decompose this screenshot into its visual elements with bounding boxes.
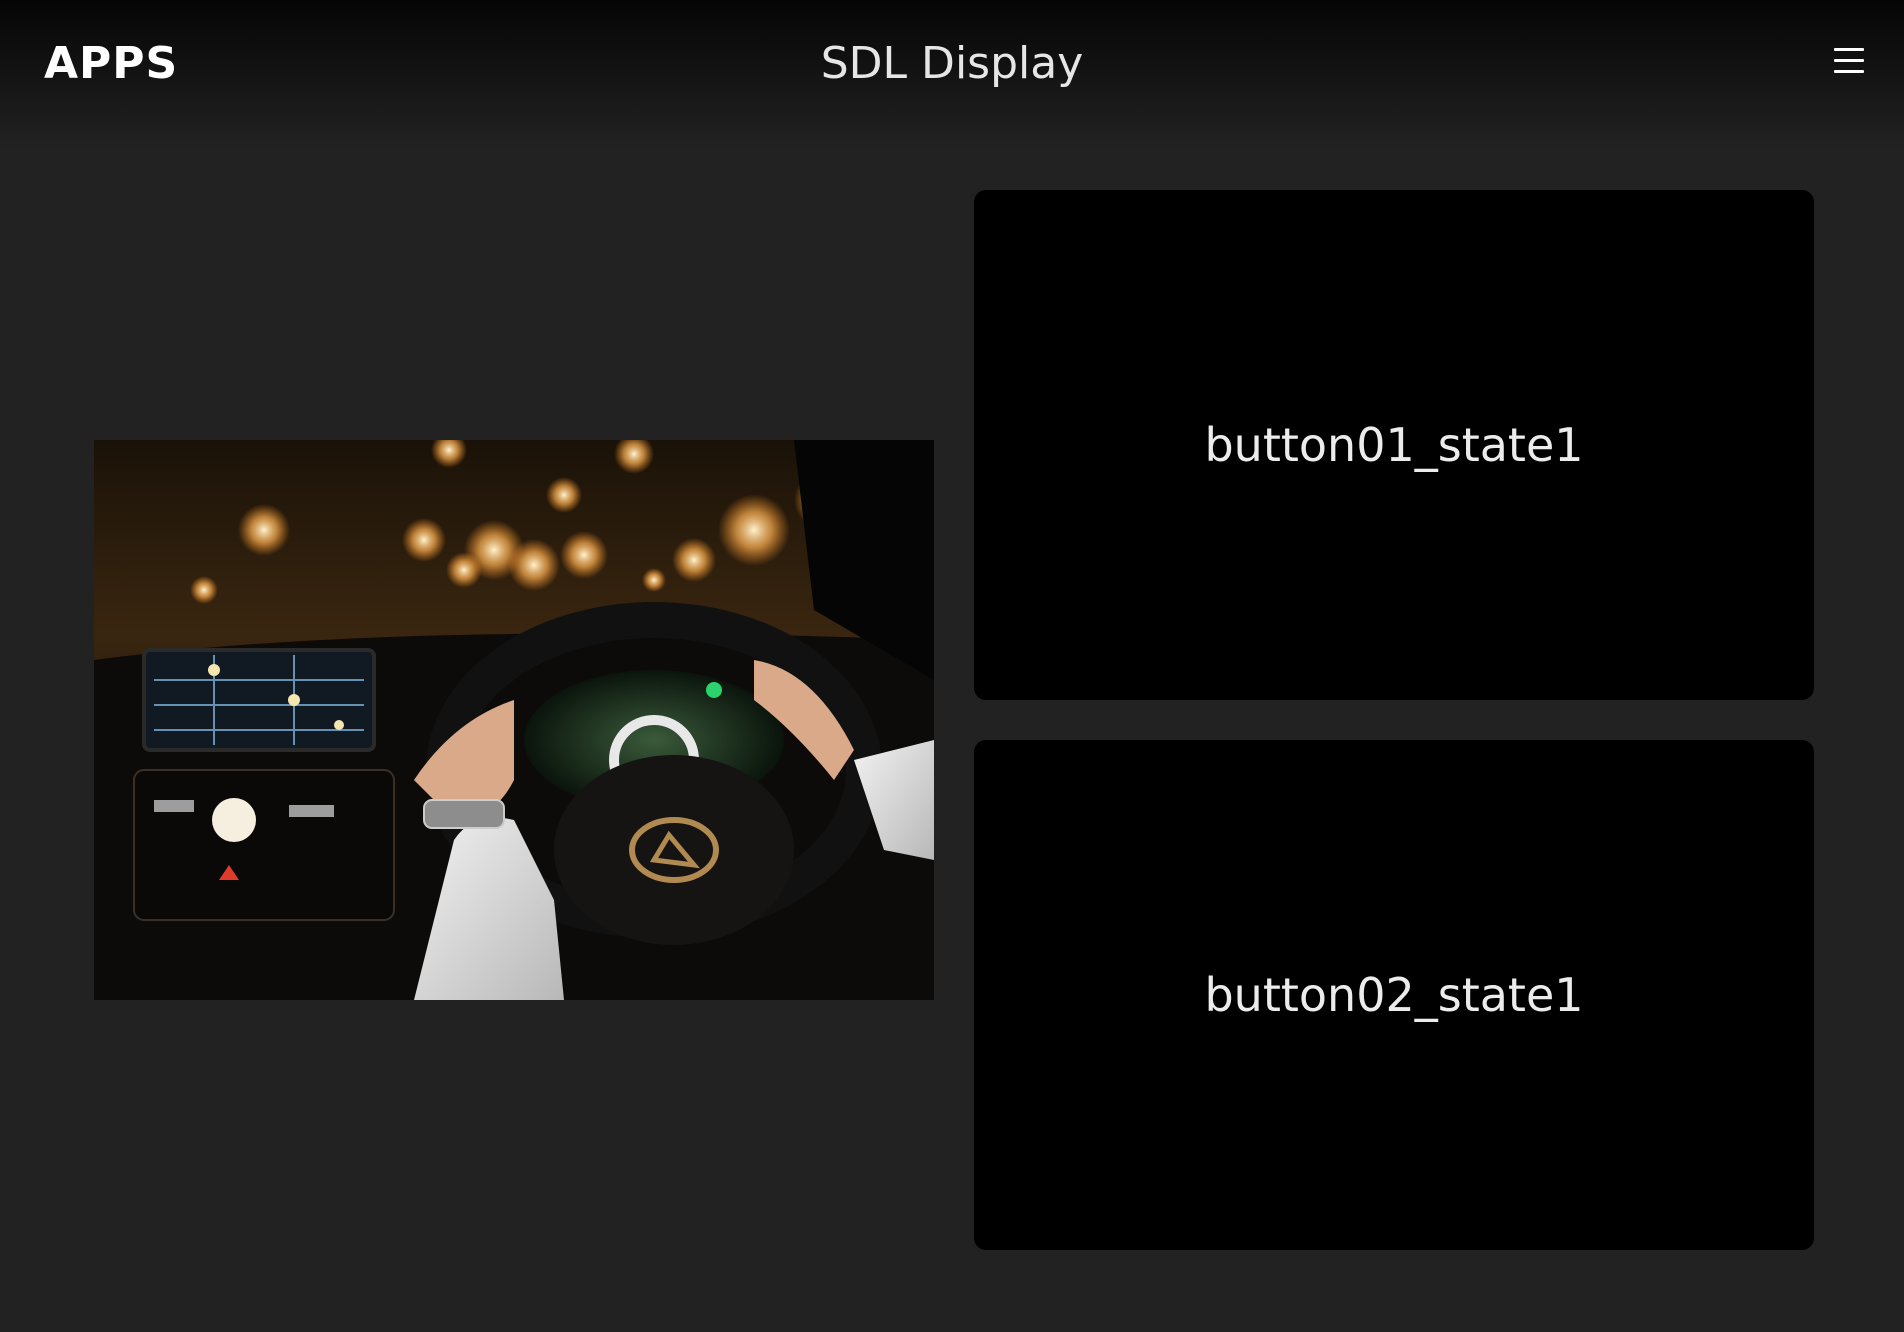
menu-line [1834, 48, 1864, 51]
soft-button-2-label: button02_state1 [1204, 968, 1584, 1022]
soft-button-1[interactable]: button01_state1 [974, 190, 1814, 700]
car-interior-night-photo [94, 440, 934, 1000]
main-graphic-image [94, 440, 934, 1000]
menu-line [1834, 59, 1864, 62]
soft-button-2[interactable]: button02_state1 [974, 740, 1814, 1250]
sdl-app-screen: APPS SDL Display button01_state1 button0… [0, 0, 1904, 1332]
menu-line [1834, 70, 1864, 73]
header-bar: APPS SDL Display [0, 0, 1904, 150]
page-title: SDL Display [820, 38, 1084, 89]
hamburger-menu-icon[interactable] [1834, 46, 1864, 76]
soft-button-1-label: button01_state1 [1204, 418, 1584, 472]
